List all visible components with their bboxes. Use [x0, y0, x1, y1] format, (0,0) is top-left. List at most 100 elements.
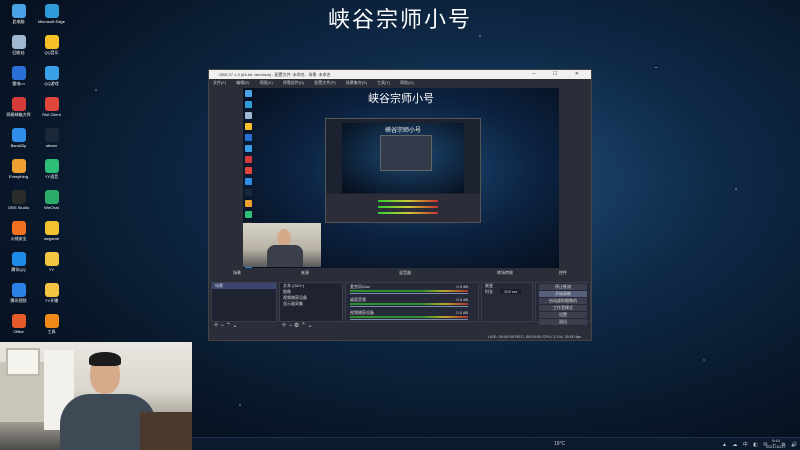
system-tray-icons[interactable]: ▲ ☁ 中 ◧ ✉ ⌁ ⚙ 🔊: [722, 441, 799, 448]
preview-title: 峡谷宗师小号: [368, 92, 434, 105]
taskbar-clock[interactable]: 9:44 2021/10/17: [766, 438, 786, 450]
channel-name: 视频捕获设备 0.0 dB: [350, 311, 468, 315]
sources-toolbar[interactable]: ＋ − ⚙ ⌃ ⌄: [281, 323, 313, 330]
desktop-icon-label: Microsoft Edge: [38, 19, 65, 24]
transition-duration[interactable]: 时长 300 ms: [482, 289, 532, 295]
mixer-channel[interactable]: 桌面音频 0.0 dB: [350, 298, 468, 309]
menu-item[interactable]: 帮助(H): [400, 80, 414, 85]
menu-item[interactable]: 场景集合(S): [346, 80, 367, 85]
channel-label: 视频捕获设备: [350, 310, 374, 315]
preview-webcam-source: [243, 223, 321, 267]
control-button[interactable]: 停止推流: [539, 284, 587, 290]
desktop-icon-label: OBS Studio: [8, 205, 29, 210]
desktop-icon[interactable]: OBS Studio: [2, 190, 35, 220]
channel-label: 麦克风/Aux: [350, 284, 371, 289]
control-button[interactable]: 设置: [539, 312, 587, 318]
menu-item[interactable]: 配置文件(P): [314, 80, 335, 85]
app-icon: [11, 128, 26, 142]
app-icon: [44, 252, 59, 266]
source-item[interactable]: 显示器采集: [280, 301, 342, 307]
scene-item[interactable]: 场景: [212, 283, 276, 289]
mixer-channel[interactable]: 麦克风/Aux 0.0 dB: [350, 285, 468, 296]
obs-statusbar: LIVE: 00:00:00 REC: 00:00:00 CPU: 2.1%, …: [209, 333, 591, 340]
obs-window-title: OBS 27.1.3 (64-bit, windows) - 配置文件: 未命名…: [219, 72, 331, 77]
menu-item[interactable]: 工具(T): [377, 80, 390, 85]
control-button[interactable]: 退出: [539, 319, 587, 325]
nested-obs-window: 峡谷宗师小号: [325, 118, 481, 223]
control-button[interactable]: 启动虚拟摄像机: [539, 298, 587, 304]
desktop-icon-label: Riot Client: [42, 112, 61, 117]
desktop-icon[interactable]: 雷电Ln: [2, 66, 35, 96]
desktop-icon[interactable]: YY开播: [35, 283, 68, 313]
app-icon: [11, 159, 26, 173]
obs-menubar: 文件(F) 编辑(E) 视图(V) 停靠部件(D) 配置文件(P) 场景集合(S) 工具(T…: [209, 79, 591, 86]
desktop-icon[interactable]: 网易邮箱大师: [2, 97, 35, 127]
app-icon: [44, 159, 59, 173]
mini-app-icon: [245, 211, 252, 218]
channel-db: 0.0 dB: [456, 297, 468, 302]
person-hair: [89, 352, 121, 366]
mixer-channel[interactable]: 视频捕获设备 0.0 dB: [350, 311, 468, 322]
control-button[interactable]: 工作室模式: [539, 305, 587, 311]
app-icon: [11, 283, 26, 297]
scenes-list: 场景: [211, 282, 277, 322]
desktop-icon[interactable]: 回收站: [2, 35, 35, 65]
app-icon: [11, 314, 26, 328]
nested-preview: 峡谷宗师小号: [342, 123, 464, 193]
volume-slider[interactable]: [350, 293, 468, 294]
desktop-icon[interactable]: QQ音乐: [35, 35, 68, 65]
desktop-icon[interactable]: Everything: [2, 159, 35, 189]
desktop-icon[interactable]: 腾讯QQ: [2, 252, 35, 282]
desktop-icon[interactable]: 此电脑: [2, 4, 35, 34]
mini-app-icon: [245, 90, 252, 97]
menu-item[interactable]: 停靠部件(D): [283, 80, 305, 85]
mini-app-icon: [245, 101, 252, 108]
app-icon: [44, 314, 59, 328]
desktop-icon[interactable]: Riot Client: [35, 97, 68, 127]
desktop-icon-label: 网易邮箱大师: [6, 112, 31, 117]
menu-item[interactable]: 视图(V): [259, 80, 272, 85]
desktop-icon[interactable]: YY语音: [35, 159, 68, 189]
webcam-overlay: [0, 342, 192, 450]
nested-preview-title: 峡谷宗师小号: [384, 127, 421, 134]
desktop-icon[interactable]: 工具: [35, 314, 68, 344]
desktop-icon[interactable]: QQ游戏: [35, 66, 68, 96]
mini-app-icon: [245, 189, 252, 196]
desktop-icon-label: QQ游戏: [44, 81, 59, 86]
app-icon: [44, 283, 59, 297]
desktop-icon[interactable]: 火绒安全: [2, 221, 35, 251]
desktop-icon[interactable]: BandiZip: [2, 128, 35, 158]
sources-dock-header: 来源: [301, 270, 309, 275]
window-controls[interactable]: ─ ☐ ✕: [532, 70, 587, 79]
duration-input[interactable]: 300 ms: [500, 289, 522, 294]
volume-slider[interactable]: [350, 306, 468, 307]
desktop-icon[interactable]: WeChat: [35, 190, 68, 220]
mini-app-icon: [245, 145, 252, 152]
desktop-icon-label: YY语音: [44, 174, 59, 179]
weather-widget[interactable]: 19°C: [554, 441, 565, 447]
desktop-icon[interactable]: 腾讯视频: [2, 283, 35, 313]
volume-slider[interactable]: [350, 319, 468, 320]
channel-label: 桌面音频: [350, 297, 366, 302]
app-icon: [11, 35, 26, 49]
app-icon: [44, 221, 59, 235]
desktop-icon[interactable]: steam: [35, 128, 68, 158]
volume-meter: [350, 316, 468, 318]
control-button[interactable]: 开始录制: [539, 291, 587, 297]
desktop-icon[interactable]: Microsoft Edge: [35, 4, 68, 34]
desktop-icon[interactable]: YY: [35, 252, 68, 282]
menu-item[interactable]: 文件(F): [213, 80, 226, 85]
volume-meter: [350, 290, 468, 292]
mini-app-icon: [245, 134, 252, 141]
obs-docks: 场景 来源 混音器 转场特效 控件 场景 ＋ − ⌃ ⌄ 文本 (GDI+) 图像…: [209, 270, 591, 334]
channel-db: 0.0 dB: [456, 284, 468, 289]
desktop-icon[interactable]: wegame: [35, 221, 68, 251]
menu-item[interactable]: 编辑(E): [236, 80, 249, 85]
desktop-icon-label: 工具: [47, 329, 56, 334]
mini-app-icon: [245, 112, 252, 119]
obs-preview[interactable]: 峡谷宗师小号 峡谷宗师小号: [243, 88, 559, 268]
volume-meter: [350, 303, 468, 305]
scenes-toolbar[interactable]: ＋ − ⌃ ⌄: [213, 323, 238, 330]
obs-window: OBS 27.1.3 (64-bit, windows) - 配置文件: 未命名…: [208, 69, 592, 341]
desktop-icon[interactable]: Office: [2, 314, 35, 344]
